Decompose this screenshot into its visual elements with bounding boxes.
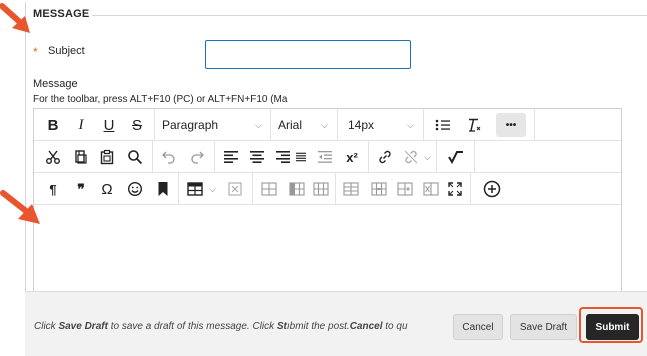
align-center-icon[interactable] [246, 145, 268, 169]
save-draft-button[interactable]: Save Draft [510, 314, 577, 340]
table-cell-props-icon[interactable] [340, 177, 362, 201]
toolbar-divider [154, 109, 155, 141]
bookmark-icon[interactable] [152, 177, 174, 201]
footer-hint: Click Save Draft to save a draft of this… [34, 321, 408, 332]
message-label: Message [33, 78, 78, 90]
special-character-button[interactable]: Ω [96, 177, 118, 201]
table-row-icon[interactable] [258, 177, 280, 201]
section-divider [92, 15, 647, 16]
strikethrough-button[interactable]: S [126, 113, 148, 137]
outdent-icon[interactable] [314, 145, 336, 169]
rich-text-editor: B I U S Paragraph ⌵ Arial ⌵ 14px ⌵ ••• x… [33, 108, 622, 293]
align-right-icon[interactable] [272, 145, 294, 169]
delete-table-icon[interactable] [224, 177, 246, 201]
chevron-down-icon: ⌵ [424, 152, 431, 162]
editor-content-area[interactable] [34, 206, 621, 292]
font-family-value: Arial [278, 118, 303, 132]
copy-icon[interactable] [70, 145, 92, 169]
toolbar-divider [178, 173, 179, 205]
subject-input[interactable] [205, 40, 411, 69]
chevron-down-icon: ⌵ [407, 120, 414, 130]
table-delete-cell-icon[interactable] [420, 177, 442, 201]
table-icon[interactable] [184, 177, 206, 201]
italic-button[interactable]: I [70, 113, 92, 137]
paragraph-format-dropdown[interactable]: Paragraph [162, 113, 226, 137]
toolbar-row-2: x² ⌵ [34, 141, 621, 173]
link-icon[interactable] [374, 145, 396, 169]
align-justify-icon[interactable] [296, 145, 306, 169]
clear-formatting-icon[interactable] [462, 113, 486, 137]
toolbar-divider [270, 109, 271, 141]
submit-highlight-box [579, 307, 643, 343]
font-size-value: 14px [348, 118, 375, 132]
chevron-down-icon: ⌵ [321, 120, 328, 130]
font-family-dropdown[interactable]: Arial [278, 113, 314, 137]
table-merge-icon[interactable] [368, 177, 390, 201]
toolbar-divider [470, 173, 471, 205]
table-insert-col-before-icon[interactable] [286, 177, 308, 201]
undo-icon[interactable] [158, 145, 180, 169]
toolbar-divider [335, 173, 336, 205]
table-split-icon[interactable] [394, 177, 416, 201]
toolbar-divider [436, 141, 437, 173]
required-marker: * [33, 45, 38, 59]
more-options-button[interactable]: ••• [496, 113, 526, 137]
toolbar-divider [337, 109, 338, 141]
toolbar-divider [214, 141, 215, 173]
find-icon[interactable] [124, 145, 146, 169]
toolbar-row-1: B I U S Paragraph ⌵ Arial ⌵ 14px ⌵ ••• [34, 109, 621, 141]
toolbar-divider [474, 141, 475, 173]
toolbar-divider [368, 141, 369, 173]
emoji-icon[interactable] [124, 177, 146, 201]
add-content-icon[interactable] [480, 177, 504, 201]
blockquote-button[interactable]: ❞ [70, 177, 92, 201]
chevron-down-icon: ⌵ [255, 120, 262, 130]
cut-icon[interactable] [42, 145, 64, 169]
discussion-message-form: MESSAGE * Subject Message For the toolba… [0, 0, 647, 356]
superscript-button[interactable]: x² [340, 145, 364, 169]
paragraph-format-value: Paragraph [162, 118, 219, 132]
subject-label: Subject [48, 45, 85, 57]
font-size-dropdown[interactable]: 14px [348, 113, 388, 137]
cancel-button[interactable]: Cancel [453, 314, 503, 340]
toolbar-row-3: ¶ ❞ Ω ⌵ [34, 173, 621, 205]
annotation-arrow-editor-icon [0, 190, 40, 224]
math-editor-icon[interactable] [444, 145, 468, 169]
underline-button[interactable]: U [98, 113, 120, 137]
toolbar-divider [152, 141, 153, 173]
toolbar-hint: For the toolbar, press ALT+F10 (PC) or A… [33, 94, 288, 105]
unlink-icon[interactable] [400, 145, 422, 169]
bullet-list-icon[interactable] [431, 113, 455, 137]
chevron-down-icon: ⌵ [209, 184, 216, 194]
submit-bar: Click Save Draft to save a draft of this… [25, 291, 647, 356]
annotation-arrow-subject-icon [0, 3, 30, 33]
fullscreen-icon[interactable] [444, 177, 466, 201]
table-insert-col-after-icon[interactable] [310, 177, 332, 201]
redo-icon[interactable] [186, 145, 208, 169]
paste-icon[interactable] [96, 145, 118, 169]
bold-button[interactable]: B [42, 113, 64, 137]
toolbar-divider [423, 109, 424, 141]
align-left-icon[interactable] [220, 145, 242, 169]
section-heading: MESSAGE [33, 8, 90, 20]
toolbar-divider [534, 109, 535, 141]
toolbar-divider [252, 173, 253, 205]
